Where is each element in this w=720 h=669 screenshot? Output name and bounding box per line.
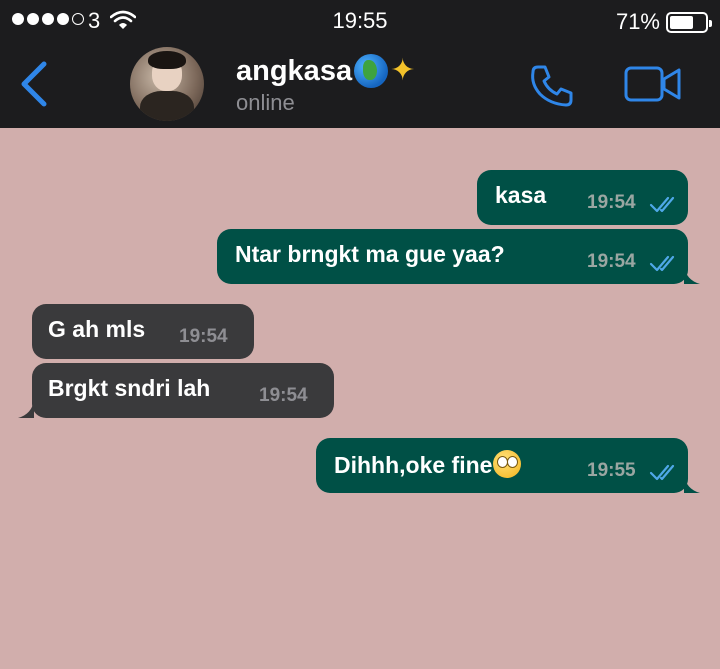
- globe-emoji-icon: [354, 54, 389, 88]
- message-bubble-incoming[interactable]: G ah mls 19:54: [32, 304, 254, 359]
- message-bubble-incoming[interactable]: Brgkt sndri lah 19:54: [18, 363, 334, 418]
- message-time: 19:54: [179, 326, 228, 347]
- message-text-content: Dihhh,oke fine: [334, 452, 493, 478]
- video-camera-icon[interactable]: [624, 64, 682, 104]
- message-text: kasa: [495, 182, 547, 208]
- bubble-tail: [684, 475, 700, 493]
- double-check-icon: [649, 255, 675, 272]
- message-text: Dihhh,oke fine: [334, 450, 522, 479]
- phone-icon[interactable]: [528, 62, 576, 110]
- message-time: 19:54: [259, 385, 308, 406]
- avatar[interactable]: [130, 47, 204, 121]
- contact-name[interactable]: angkasa ✦: [236, 54, 415, 88]
- battery-percent: 71%: [615, 9, 660, 34]
- contact-name-text: angkasa: [236, 54, 353, 87]
- battery-level: [670, 16, 693, 29]
- message-bubble-outgoing[interactable]: Ntar brngkt ma gue yaa? 19:54: [217, 229, 700, 284]
- double-check-icon: [649, 196, 675, 213]
- rolling-eyes-emoji-icon: [493, 450, 522, 478]
- bubble-tail: [18, 400, 34, 418]
- chat-header: 3 19:55 71% angkasa ✦ online: [0, 0, 720, 128]
- message-time: 19:54: [587, 192, 636, 213]
- chevron-left-icon[interactable]: [16, 58, 52, 110]
- message-time: 19:55: [587, 460, 636, 481]
- battery-icon: [666, 12, 712, 33]
- double-check-icon: [649, 464, 675, 481]
- status-bar: 3 19:55 71%: [0, 8, 720, 36]
- contact-status: online: [236, 90, 295, 115]
- message-time: 19:54: [587, 251, 636, 272]
- bubble-tail: [684, 266, 700, 284]
- message-bubble-outgoing[interactable]: kasa 19:54: [477, 170, 688, 225]
- message-text: Ntar brngkt ma gue yaa?: [235, 241, 505, 267]
- message-text: Brgkt sndri lah: [48, 375, 211, 401]
- dizzy-star-emoji-icon: ✦: [390, 54, 416, 87]
- message-bubble-outgoing[interactable]: Dihhh,oke fine 19:55: [316, 438, 700, 493]
- status-time: 19:55: [332, 8, 388, 33]
- message-text: G ah mls: [48, 316, 146, 342]
